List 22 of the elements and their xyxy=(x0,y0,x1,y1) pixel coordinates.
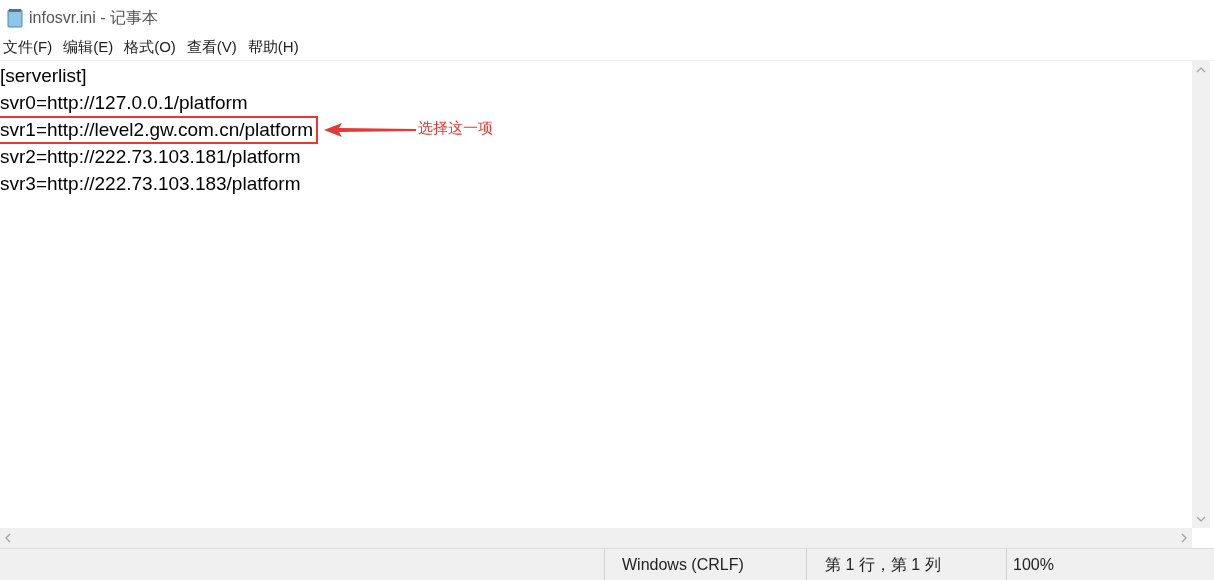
zoom-level-text: 100% xyxy=(1013,554,1054,575)
scroll-left-icon[interactable] xyxy=(5,533,11,543)
notepad-icon xyxy=(6,7,24,28)
menu-item[interactable]: 编辑(E) xyxy=(63,36,114,59)
cursor-position-text: 第 1 行，第 1 列 xyxy=(825,554,941,575)
menu-item[interactable]: 查看(V) xyxy=(186,36,237,59)
text-line: svr3=http://222.73.103.183/platform xyxy=(0,171,302,196)
window-title: infosvr.ini - 记事本 xyxy=(29,7,158,28)
line-ending-text: Windows (CRLF) xyxy=(622,554,744,575)
vertical-scrollbar[interactable] xyxy=(1192,61,1210,528)
scroll-right-icon[interactable] xyxy=(1181,533,1187,543)
text-line: [serverlist] xyxy=(0,63,88,88)
arrow-icon xyxy=(324,122,417,137)
menu-item[interactable]: 格式(O) xyxy=(124,36,176,59)
scroll-down-icon[interactable] xyxy=(1196,516,1206,522)
menu-item[interactable]: 帮助(H) xyxy=(247,36,299,59)
menu-item[interactable]: 文件(F) xyxy=(3,36,53,59)
text-line: svr2=http://222.73.103.181/platform xyxy=(0,144,302,169)
annotation-text: 选择这一项 xyxy=(418,118,494,139)
horizontal-scrollbar[interactable] xyxy=(0,528,1192,548)
scroll-up-icon[interactable] xyxy=(1196,67,1206,73)
text-line: svr0=http://127.0.0.1/platform xyxy=(0,90,249,115)
